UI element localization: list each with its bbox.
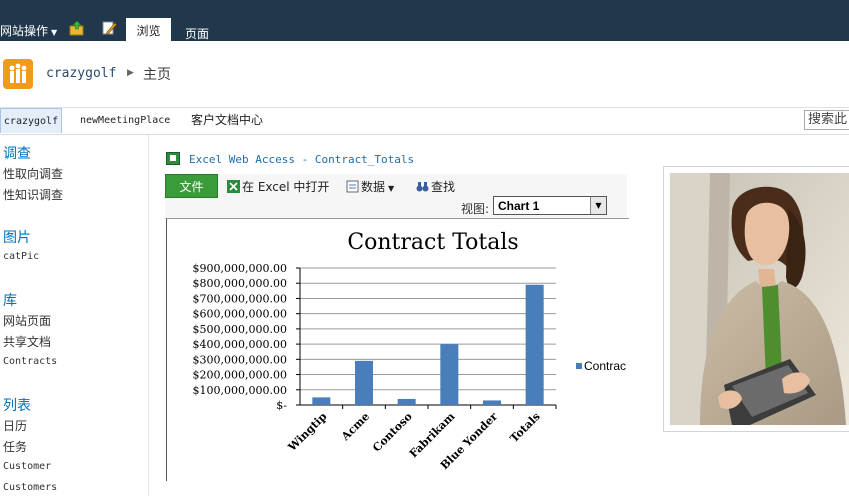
ql-heading-pictures[interactable]: 图片	[3, 227, 31, 247]
ql-item-shared-docs[interactable]: 共享文档	[3, 333, 51, 350]
excel-small-icon	[227, 180, 240, 193]
dropdown-arrow-icon[interactable]: ▼	[590, 197, 606, 214]
chart-area: Contract Totals $- $100,000,000.00 $200,000…	[166, 218, 629, 481]
bar	[483, 400, 501, 405]
woman-with-tablet-photo	[670, 173, 849, 425]
caret-down-icon: ▼	[51, 28, 58, 37]
ql-item-contracts[interactable]: Contracts	[3, 356, 57, 367]
excel-toolbar: 文件 在 Excel 中打开 数据 ▼ 查找 视图: Chart 1 ▼	[165, 174, 627, 219]
ql-item-survey-1[interactable]: 性取向调查	[3, 165, 63, 182]
y-tick-label: $400,000,000.00	[193, 338, 287, 351]
x-tick-label: Totals	[508, 410, 543, 445]
file-menu-button[interactable]: 文件	[165, 174, 218, 198]
find-button[interactable]: 查找	[416, 178, 455, 195]
chart-title: Contract Totals	[347, 230, 518, 255]
ql-item-survey-2[interactable]: 性知识调查	[3, 186, 63, 203]
ql-item-customers[interactable]: Customers	[3, 482, 57, 493]
excel-icon	[166, 152, 180, 165]
y-tick-label: $300,000,000.00	[193, 353, 287, 366]
tab-browse[interactable]: 浏览	[126, 18, 171, 41]
navigate-up-icon[interactable]	[69, 20, 85, 36]
view-select[interactable]: Chart 1 ▼	[493, 196, 607, 215]
top-navigation: crazygolf newMeetingPlace 客户文档中心 搜索此	[0, 108, 849, 135]
data-refresh-icon	[346, 180, 359, 193]
y-tick-label: $700,000,000.00	[193, 292, 287, 305]
quick-launch: 调查 性取向调查 性知识调查 图片 catPic 库 网站页面 共享文档 Con…	[0, 135, 149, 496]
ql-heading-surveys[interactable]: 调查	[3, 143, 31, 163]
ql-heading-libraries[interactable]: 库	[3, 290, 17, 310]
legend-swatch	[576, 363, 582, 369]
ql-heading-lists[interactable]: 列表	[3, 395, 31, 415]
title-row: crazygolf ▶ 主页	[0, 41, 849, 108]
y-tick-label: $500,000,000.00	[193, 323, 287, 336]
y-tick-label: $900,000,000.00	[193, 262, 287, 275]
find-label: 查找	[431, 180, 456, 194]
site-actions-menu[interactable]: 网站操作 ▼	[0, 22, 57, 39]
ql-item-calendar[interactable]: 日历	[3, 417, 27, 434]
ql-item-tasks[interactable]: 任务	[3, 438, 27, 455]
y-tick-label: $-	[276, 399, 287, 412]
site-actions-label: 网站操作	[0, 24, 49, 38]
view-select-value: Chart 1	[498, 199, 540, 213]
topnav-item-newmeetingplace[interactable]: newMeetingPlace	[80, 108, 170, 133]
page-title: 主页	[143, 67, 171, 83]
y-tick-label: $200,000,000.00	[193, 369, 287, 382]
tab-page[interactable]: 页面	[185, 25, 209, 42]
ql-item-catpic[interactable]: catPic	[3, 251, 39, 262]
x-tick-label: Contoso	[370, 410, 415, 455]
site-title-link[interactable]: crazygolf	[46, 66, 116, 81]
legend-label: Contrac	[584, 359, 626, 373]
y-tick-label: $100,000,000.00	[193, 384, 287, 397]
web-part-title[interactable]: Excel Web Access - Contract_Totals	[189, 153, 414, 166]
y-tick-label: $600,000,000.00	[193, 308, 287, 321]
ql-item-customer[interactable]: Customer	[3, 461, 51, 472]
y-tick-label: $800,000,000.00	[193, 277, 287, 290]
x-tick-label: Acme	[338, 410, 372, 444]
edit-page-icon[interactable]	[101, 20, 117, 36]
open-in-excel-label: 在 Excel 中打开	[242, 180, 330, 194]
bar	[312, 397, 331, 405]
image-web-part	[663, 166, 849, 432]
breadcrumb-arrow-icon: ▶	[127, 68, 134, 78]
view-label: 视图:	[461, 202, 490, 216]
topnav-item-crazygolf[interactable]: crazygolf	[0, 108, 62, 133]
bar	[525, 284, 544, 405]
ribbon-bar: 网站操作 ▼ 浏览 页面	[0, 0, 849, 41]
data-menu-label: 数据	[361, 180, 386, 194]
data-menu-button[interactable]: 数据 ▼	[346, 178, 394, 195]
bar-chart: Contract Totals $- $100,000,000.00 $200,000…	[193, 230, 627, 472]
caret-down-icon: ▼	[388, 184, 395, 193]
topnav-item-document-center[interactable]: 客户文档中心	[191, 108, 263, 133]
bar	[440, 344, 459, 405]
search-input[interactable]: 搜索此	[804, 110, 849, 130]
bar	[355, 360, 373, 405]
ql-item-site-pages[interactable]: 网站页面	[3, 312, 51, 329]
open-in-excel-button[interactable]: 在 Excel 中打开	[227, 178, 329, 195]
site-logo-icon[interactable]	[3, 59, 33, 89]
x-tick-label: Wingtip	[285, 410, 330, 455]
binoculars-icon	[416, 182, 429, 192]
bar	[397, 398, 416, 405]
